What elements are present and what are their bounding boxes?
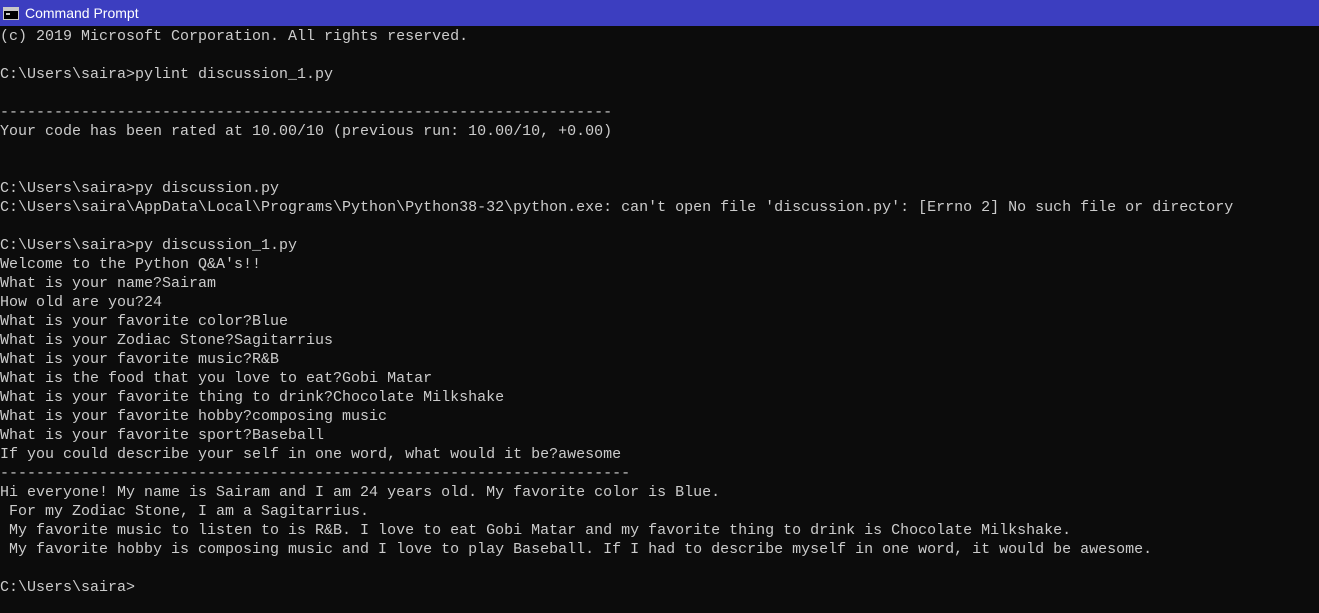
window-title: Command Prompt (25, 5, 139, 21)
console-line: C:\Users\saira>py discussion_1.py (0, 237, 298, 254)
console-line: C:\Users\saira>py discussion.py (0, 180, 280, 197)
console-line: Your code has been rated at 10.00/10 (pr… (0, 123, 613, 140)
console-line: ----------------------------------------… (0, 465, 631, 482)
console-line: For my Zodiac Stone, I am a Sagitarrius. (0, 503, 370, 520)
console-output[interactable]: (c) 2019 Microsoft Corporation. All righ… (0, 26, 1319, 613)
console-line: What is your favorite hobby?composing mu… (0, 408, 388, 425)
console-line: C:\Users\saira\AppData\Local\Programs\Py… (0, 199, 1234, 216)
console-line: How old are you?24 (0, 294, 163, 311)
console-line: What is your favorite music?R&B (0, 351, 280, 368)
console-line: What is the food that you love to eat?Go… (0, 370, 433, 387)
console-line: ----------------------------------------… (0, 104, 613, 121)
console-line: C:\Users\saira>pylint discussion_1.py (0, 66, 334, 83)
title-bar[interactable]: Command Prompt (0, 0, 1319, 26)
console-line: What is your favorite color?Blue (0, 313, 289, 330)
command-prompt-window: Command Prompt (c) 2019 Microsoft Corpor… (0, 0, 1319, 613)
console-line: Welcome to the Python Q&A's!! (0, 256, 262, 273)
console-line: If you could describe your self in one w… (0, 446, 622, 463)
console-line: Hi everyone! My name is Sairam and I am … (0, 484, 721, 501)
console-line: My favorite hobby is composing music and… (0, 541, 1153, 558)
console-line: My favorite music to listen to is R&B. I… (0, 522, 1072, 539)
console-line: What is your Zodiac Stone?Sagitarrius (0, 332, 334, 349)
console-prompt-line[interactable]: C:\Users\saira> (0, 578, 1319, 597)
console-line: What is your favorite sport?Baseball (0, 427, 325, 444)
console-line: (c) 2019 Microsoft Corporation. All righ… (0, 28, 469, 45)
console-line: What is your name?Sairam (0, 275, 217, 292)
console-line: What is your favorite thing to drink?Cho… (0, 389, 505, 406)
console-icon[interactable] (3, 6, 19, 20)
